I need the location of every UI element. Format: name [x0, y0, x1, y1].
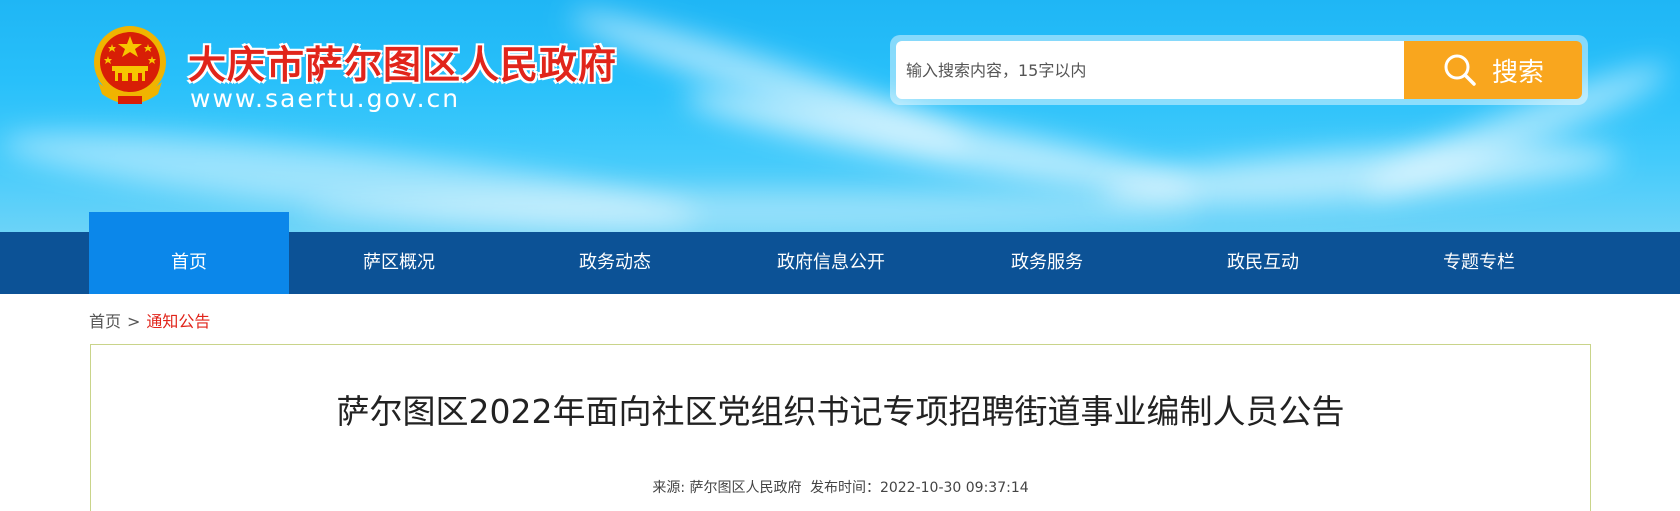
search-button[interactable]: 搜索 — [1404, 41, 1582, 99]
source-label: 来源: — [652, 480, 686, 496]
site-url: www.saertu.gov.cn — [190, 84, 461, 113]
search-bar: 搜索 — [890, 35, 1588, 105]
national-emblem-icon — [94, 26, 166, 104]
nav-item-public-interaction[interactable]: 政民互动 — [1163, 232, 1363, 294]
search-button-label: 搜索 — [1491, 57, 1544, 88]
article-meta: 来源: 萨尔图区人民政府 发布时间：2022-10-30 09:37:14 — [91, 477, 1590, 497]
nav-item-home[interactable]: 首页 — [89, 232, 289, 294]
breadcrumb-home-link[interactable]: 首页 — [89, 312, 121, 331]
breadcrumb-separator: > — [127, 312, 141, 331]
breadcrumb-current-link[interactable]: 通知公告 — [146, 312, 210, 331]
site-title: 大庆市萨尔图区人民政府 — [188, 43, 618, 87]
nav-item-information-disclosure[interactable]: 政府信息公开 — [731, 232, 931, 294]
article-title: 萨尔图区2022年面向社区党组织书记专项招聘街道事业编制人员公告 — [336, 392, 1345, 431]
nav-item-special-topics[interactable]: 专题专栏 — [1379, 232, 1579, 294]
article-container: 萨尔图区2022年面向社区党组织书记专项招聘街道事业编制人员公告 来源: 萨尔图… — [90, 344, 1591, 511]
nav-item-government-services[interactable]: 政务服务 — [947, 232, 1147, 294]
publish-time-value: 2022-10-30 09:37:14 — [879, 480, 1029, 496]
search-icon — [1444, 54, 1476, 86]
header-banner: 大庆市萨尔图区人民政府 www.saertu.gov.cn 搜索 — [0, 0, 1680, 232]
source-value: 萨尔图区人民政府 — [689, 480, 802, 496]
nav-item-district-overview[interactable]: 萨区概况 — [299, 232, 499, 294]
publish-time-label: 发布时间： — [809, 480, 880, 496]
breadcrumb: 首页 > 通知公告 — [89, 308, 210, 332]
search-input[interactable] — [896, 41, 1404, 99]
nav-item-government-news[interactable]: 政务动态 — [515, 232, 715, 294]
